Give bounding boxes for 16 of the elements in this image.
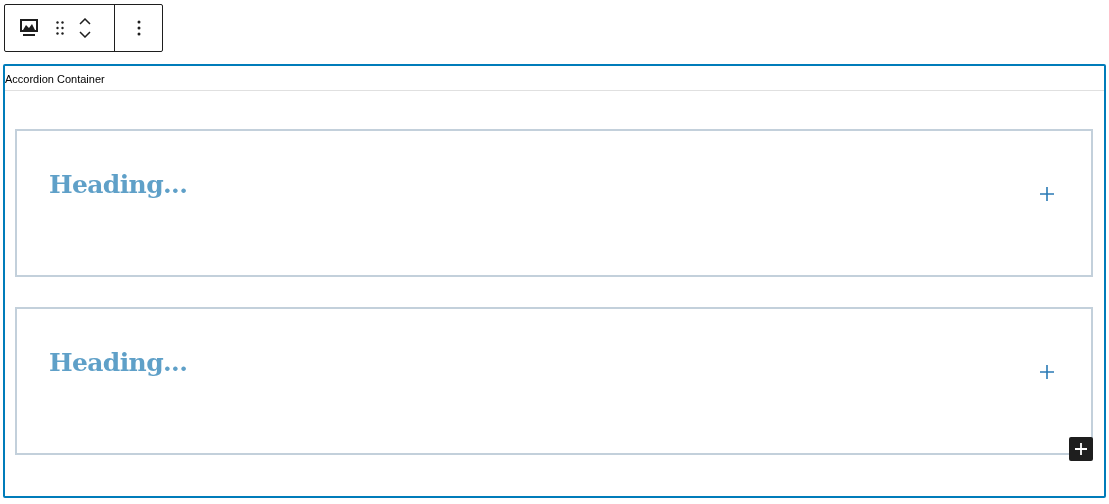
- image-icon: [19, 19, 39, 37]
- more-icon: [136, 20, 141, 36]
- plus-icon: [1074, 442, 1088, 456]
- block-label: Accordion Container: [5, 66, 1104, 91]
- move-up-button[interactable]: [79, 18, 91, 25]
- chevron-up-icon: [79, 18, 91, 25]
- chevron-down-icon: [79, 31, 91, 38]
- plus-icon: [1040, 187, 1054, 201]
- expand-toggle[interactable]: [1039, 364, 1055, 380]
- move-down-button[interactable]: [79, 31, 91, 38]
- accordion-heading[interactable]: Heading...: [49, 169, 188, 201]
- accordion-heading[interactable]: Heading...: [49, 347, 188, 379]
- plus-icon: [1040, 365, 1054, 379]
- drag-icon: [56, 21, 64, 35]
- add-block-button[interactable]: [1069, 437, 1093, 461]
- expand-toggle[interactable]: [1039, 186, 1055, 202]
